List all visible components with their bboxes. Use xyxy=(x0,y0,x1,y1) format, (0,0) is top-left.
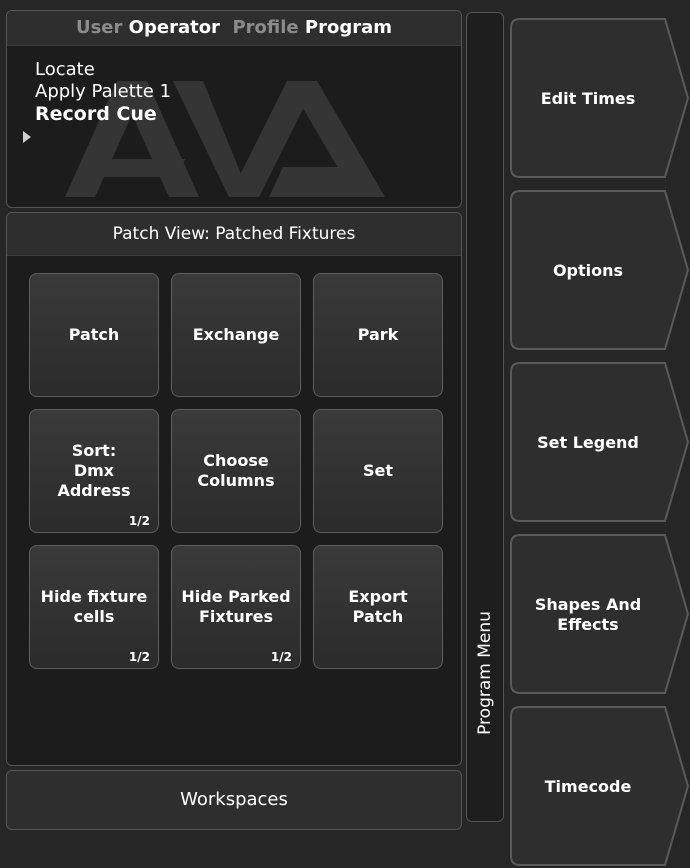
softkey-label: Timecode xyxy=(544,777,632,796)
button-label: Set xyxy=(362,461,394,480)
hide-fixture-cells-button[interactable]: Hide fixture cells 1/2 xyxy=(29,545,159,669)
softkey-column: Edit Times Options Set Legend Shapes And… xyxy=(510,0,690,866)
workspaces-panel[interactable]: Workspaces xyxy=(6,770,462,830)
button-label: Exchange xyxy=(192,325,280,344)
options-softkey[interactable]: Options xyxy=(510,190,690,352)
button-label: Choose Columns xyxy=(197,451,275,490)
export-patch-button[interactable]: Export Patch xyxy=(313,545,443,669)
command-history-panel: User Operator Profile Program Locate App… xyxy=(6,10,462,208)
shapes-and-effects-softkey[interactable]: Shapes And Effects xyxy=(510,534,690,696)
button-label: Sort: Dmx Address xyxy=(57,441,131,500)
button-label: Hide fixture cells xyxy=(40,587,148,626)
command-history-item: Locate xyxy=(35,59,95,80)
button-label: Export Patch xyxy=(348,587,408,626)
button-label: Hide Parked Fixtures xyxy=(181,587,291,626)
page-indicator: 1/2 xyxy=(128,650,150,664)
command-list: Locate Apply Palette 1 Record Cue xyxy=(35,59,171,125)
program-menu-label: Program Menu xyxy=(475,611,495,735)
button-label: Park xyxy=(357,325,399,344)
page-indicator: 1/2 xyxy=(270,650,292,664)
softkey-label: Set Legend xyxy=(537,433,639,452)
edit-times-softkey[interactable]: Edit Times xyxy=(510,18,690,180)
page-indicator: 1/2 xyxy=(128,514,150,528)
softkey-label: Options xyxy=(552,261,624,280)
choose-columns-button[interactable]: Choose Columns xyxy=(171,409,301,533)
softkey-label: Shapes And Effects xyxy=(534,595,642,634)
patch-view-title: Patch View: Patched Fixtures xyxy=(7,213,461,256)
exchange-button[interactable]: Exchange xyxy=(171,273,301,397)
user-value: Operator xyxy=(128,17,220,38)
command-history-item: Apply Palette 1 xyxy=(35,81,172,102)
patch-button[interactable]: Patch xyxy=(29,273,159,397)
set-legend-softkey[interactable]: Set Legend xyxy=(510,362,690,524)
current-command: Record Cue xyxy=(35,103,157,125)
workspaces-label: Workspaces xyxy=(180,789,288,810)
profile-label: Profile xyxy=(232,17,299,38)
softkey-label: Edit Times xyxy=(540,89,636,108)
hide-parked-fixtures-button[interactable]: Hide Parked Fixtures 1/2 xyxy=(171,545,301,669)
profile-value: Program xyxy=(304,17,393,38)
park-button[interactable]: Park xyxy=(313,273,443,397)
set-button[interactable]: Set xyxy=(313,409,443,533)
button-label: Patch xyxy=(68,325,120,344)
patch-view-panel: Patch View: Patched Fixtures Patch Excha… xyxy=(6,212,462,766)
current-command-arrow-icon xyxy=(23,131,31,143)
program-menu-tab[interactable]: Program Menu xyxy=(466,12,504,822)
sort-dmx-address-button[interactable]: Sort: Dmx Address 1/2 xyxy=(29,409,159,533)
user-label: User xyxy=(75,17,123,38)
timecode-softkey[interactable]: Timecode xyxy=(510,706,690,868)
